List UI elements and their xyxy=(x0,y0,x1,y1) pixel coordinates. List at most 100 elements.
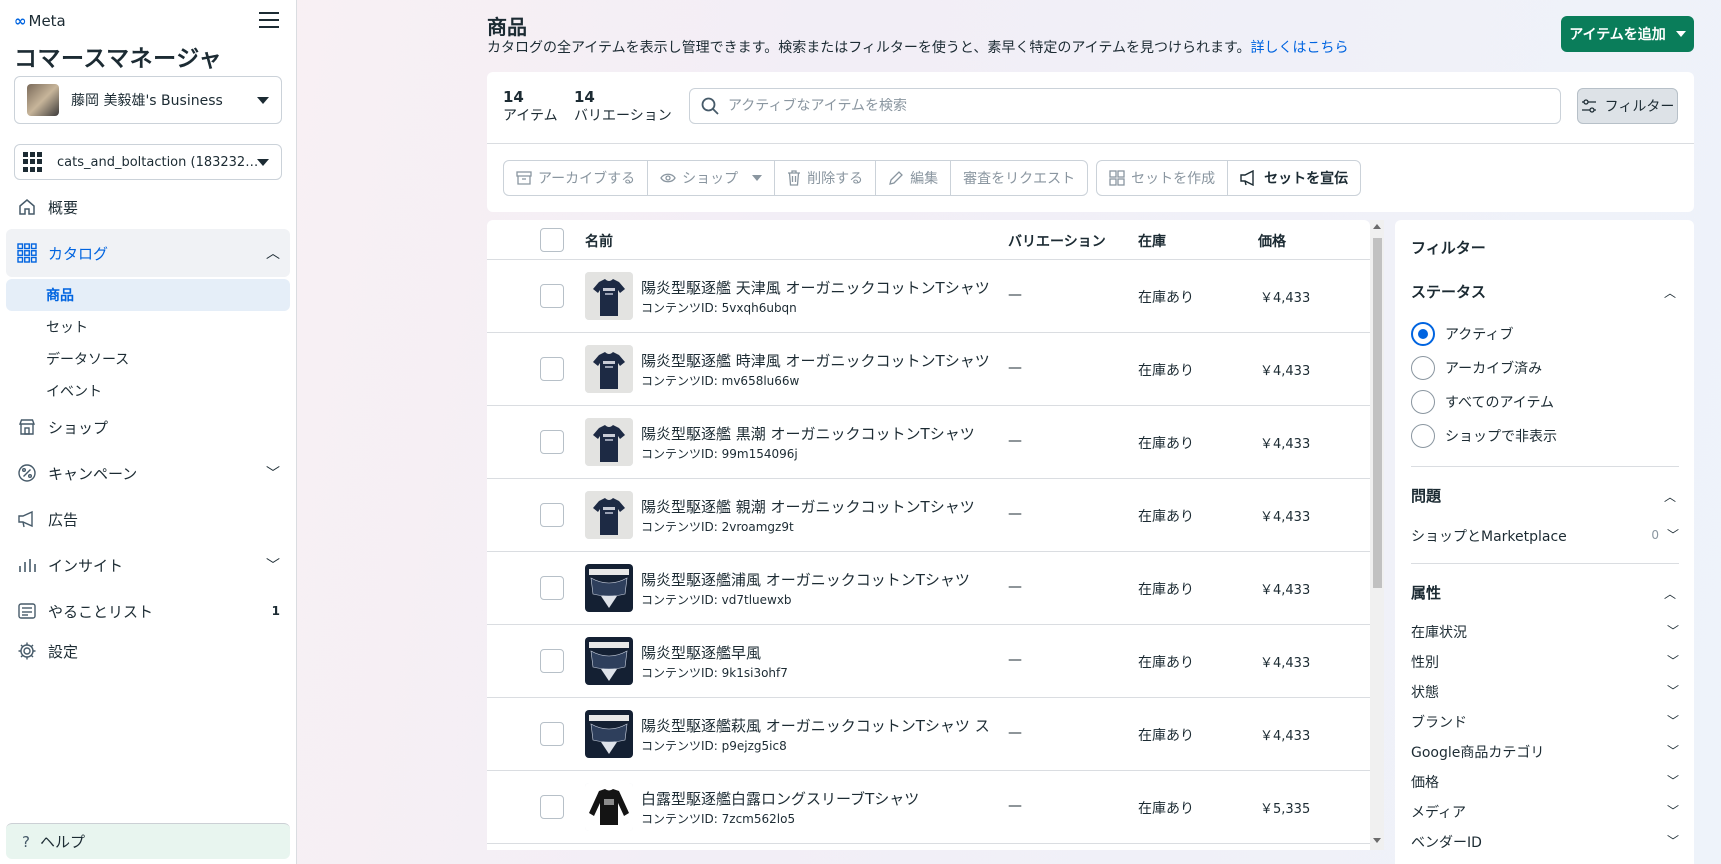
product-thumbnail[interactable] xyxy=(585,272,633,320)
table-row[interactable]: 白露型駆逐艦白露ロングスリーブTシャツ コンテンツID: 7zcm562lo5 — 在… xyxy=(487,771,1370,844)
table-row[interactable]: 陽炎型駆逐艦 親潮 オーガニックコットンTシャツ コンテンツID: 2vroamg… xyxy=(487,479,1370,552)
scroll-thumb[interactable] xyxy=(1373,238,1382,588)
archive-button[interactable]: アーカイブする xyxy=(503,160,649,196)
chevron-up-icon[interactable]: ︿ xyxy=(1664,284,1676,301)
col-variation[interactable]: バリエーション xyxy=(1008,231,1106,251)
meta-logo[interactable]: ∞ Meta xyxy=(14,12,66,30)
menu-icon[interactable] xyxy=(259,12,279,30)
search-input[interactable] xyxy=(728,98,1502,114)
filter-panel: フィルター ステータス ︿ アクティブ アーカイブ済み すべてのアイテム ショップで非… xyxy=(1395,220,1694,864)
attribute-filter-row[interactable]: 性別 ﹀ xyxy=(1411,652,1679,672)
nav-sub-sets[interactable]: セット xyxy=(6,311,290,343)
scroll-up-arrow-icon[interactable] xyxy=(1373,224,1381,229)
learn-more-link[interactable]: 詳しくはこちら xyxy=(1251,40,1349,56)
select-all-checkbox[interactable] xyxy=(540,228,564,252)
attribute-filter-row[interactable]: 価格 ﹀ xyxy=(1411,772,1679,792)
radio-button[interactable] xyxy=(1411,322,1435,346)
chevron-up-icon[interactable]: ︿ xyxy=(1664,585,1676,602)
row-checkbox[interactable] xyxy=(540,795,564,819)
product-name[interactable]: 陽炎型駆逐艦 親潮 オーガニックコットンTシャツ xyxy=(641,496,975,517)
attribute-filter-row[interactable]: 状態 ﹀ xyxy=(1411,682,1679,702)
product-thumbnail[interactable] xyxy=(585,418,633,466)
product-thumbnail[interactable] xyxy=(585,783,633,831)
attribute-filter-row[interactable]: Google商品カテゴリ ﹀ xyxy=(1411,742,1679,762)
row-checkbox[interactable] xyxy=(540,649,564,673)
table-row[interactable]: 陽炎型駆逐艦萩風 オーガニックコットンTシャツ スタ… コンテンツID: p9ej… xyxy=(487,698,1370,771)
col-stock[interactable]: 在庫 xyxy=(1138,231,1166,251)
search-box[interactable] xyxy=(689,88,1561,124)
product-name[interactable]: 陽炎型駆逐艦早風 xyxy=(641,642,761,663)
create-set-button[interactable]: セットを作成 xyxy=(1096,160,1229,196)
row-checkbox[interactable] xyxy=(540,357,564,381)
nav-campaign[interactable]: キャンペーン ﹀ xyxy=(6,453,290,493)
issues-section-title[interactable]: 問題 xyxy=(1411,485,1441,506)
stock-cell: 在庫あり xyxy=(1138,582,1194,598)
attribute-filter-row[interactable]: ベンダーID ﹀ xyxy=(1411,832,1679,852)
status-option[interactable]: アクティブ xyxy=(1411,322,1513,346)
edit-button[interactable]: 編集 xyxy=(875,160,952,196)
table-row[interactable]: 陽炎型駆逐艦 天津風 オーガニックコットンTシャツ コンテンツID: 5vxqh6… xyxy=(487,260,1370,333)
filter-button[interactable]: フィルター xyxy=(1577,88,1678,124)
row-checkbox[interactable] xyxy=(540,284,564,308)
table-row[interactable]: 陽炎型駆逐艦 時津風 オーガニックコットンTシャツ コンテンツID: mv658l… xyxy=(487,333,1370,406)
nav-sub-products[interactable]: 商品 xyxy=(6,279,290,311)
nav-shop[interactable]: ショップ xyxy=(6,407,290,447)
product-thumbnail[interactable] xyxy=(585,345,633,393)
product-name[interactable]: 陽炎型駆逐艦萩風 オーガニックコットンTシャツ スタ… xyxy=(641,715,991,736)
row-checkbox[interactable] xyxy=(540,503,564,527)
attributes-section-title[interactable]: 属性 xyxy=(1411,582,1441,603)
request-review-button[interactable]: 審査をリクエスト xyxy=(950,160,1089,196)
col-price[interactable]: 価格 xyxy=(1258,231,1286,251)
catalog-selector[interactable]: cats_and_boltaction (183232… xyxy=(14,144,282,180)
stock-cell: 在庫あり xyxy=(1138,728,1194,744)
table-row[interactable]: 陽炎型駆逐艦 黒潮 オーガニックコットンTシャツ コンテンツID: 99m1540… xyxy=(487,406,1370,479)
product-thumbnail[interactable] xyxy=(585,564,633,612)
attribute-filter-row[interactable]: メディア ﹀ xyxy=(1411,802,1679,822)
nav-sub-events[interactable]: イベント xyxy=(6,375,290,407)
product-name[interactable]: 白露型駆逐艦白露ロングスリーブTシャツ xyxy=(641,788,919,809)
business-selector[interactable]: 藤岡 美毅雄's Business xyxy=(14,76,282,124)
row-checkbox[interactable] xyxy=(540,722,564,746)
radio-button[interactable] xyxy=(1411,390,1435,414)
product-name[interactable]: 陽炎型駆逐艦 時津風 オーガニックコットンTシャツ xyxy=(641,350,990,371)
col-name[interactable]: 名前 xyxy=(585,231,613,251)
promote-set-button[interactable]: セットを宣伝 xyxy=(1227,160,1362,196)
nav-catalog[interactable]: カタログ ︿ xyxy=(6,229,290,277)
product-thumbnail[interactable] xyxy=(585,491,633,539)
add-item-button[interactable]: アイテムを追加 xyxy=(1561,16,1694,52)
radio-button[interactable] xyxy=(1411,424,1435,448)
attribute-filter-row[interactable]: ブランド ﹀ xyxy=(1411,712,1679,732)
nav-overview[interactable]: 概要 xyxy=(6,187,290,227)
product-thumbnail[interactable] xyxy=(585,637,633,685)
nav-insights[interactable]: インサイト ﹀ xyxy=(6,545,290,585)
status-option[interactable]: すべてのアイテム xyxy=(1411,390,1554,414)
radio-button[interactable] xyxy=(1411,356,1435,380)
page-title: 商品 xyxy=(487,15,527,39)
product-thumbnail[interactable] xyxy=(585,710,633,758)
attribute-filter-row[interactable]: 在庫状況 ﹀ xyxy=(1411,622,1679,642)
nav-sub-data-sources[interactable]: データソース xyxy=(6,343,290,375)
status-option[interactable]: ショップで非表示 xyxy=(1411,424,1557,448)
delete-button[interactable]: 削除する xyxy=(774,160,877,196)
nav-settings[interactable]: 設定 xyxy=(6,631,290,671)
status-section-title[interactable]: ステータス xyxy=(1411,281,1486,302)
scroll-down-arrow-icon[interactable] xyxy=(1373,838,1381,843)
table-scrollbar[interactable] xyxy=(1370,220,1384,850)
chevron-up-icon[interactable]: ︿ xyxy=(1664,488,1676,505)
table-row[interactable]: 陽炎型駆逐艦浦風 オーガニックコットンTシャツ コンテンツID: vd7tluew… xyxy=(487,552,1370,625)
variation-cell: — xyxy=(1008,652,1022,668)
product-name[interactable]: 陽炎型駆逐艦浦風 オーガニックコットンTシャツ xyxy=(641,569,970,590)
help-button[interactable]: ? ヘルプ xyxy=(6,823,290,859)
product-name[interactable]: 陽炎型駆逐艦 黒潮 オーガニックコットンTシャツ xyxy=(641,423,975,444)
status-option[interactable]: アーカイブ済み xyxy=(1411,356,1542,380)
nav-ads[interactable]: 広告 xyxy=(6,499,290,539)
shop-visibility-dropdown[interactable]: ショップ xyxy=(647,160,776,196)
product-name[interactable]: 陽炎型駆逐艦 天津風 オーガニックコットンTシャツ xyxy=(641,277,990,298)
divider xyxy=(487,143,1694,144)
table-row[interactable]: 陽炎型駆逐艦早風 コンテンツID: 9k1si3ohf7 — 在庫あり ￥4,433 xyxy=(487,625,1370,698)
nav-todo[interactable]: やることリスト 1 xyxy=(6,591,290,631)
row-checkbox[interactable] xyxy=(540,576,564,600)
issues-shop-marketplace[interactable]: ショップとMarketplace 0 ﹀ xyxy=(1411,526,1679,546)
row-checkbox[interactable] xyxy=(540,430,564,454)
search-icon xyxy=(701,97,719,115)
